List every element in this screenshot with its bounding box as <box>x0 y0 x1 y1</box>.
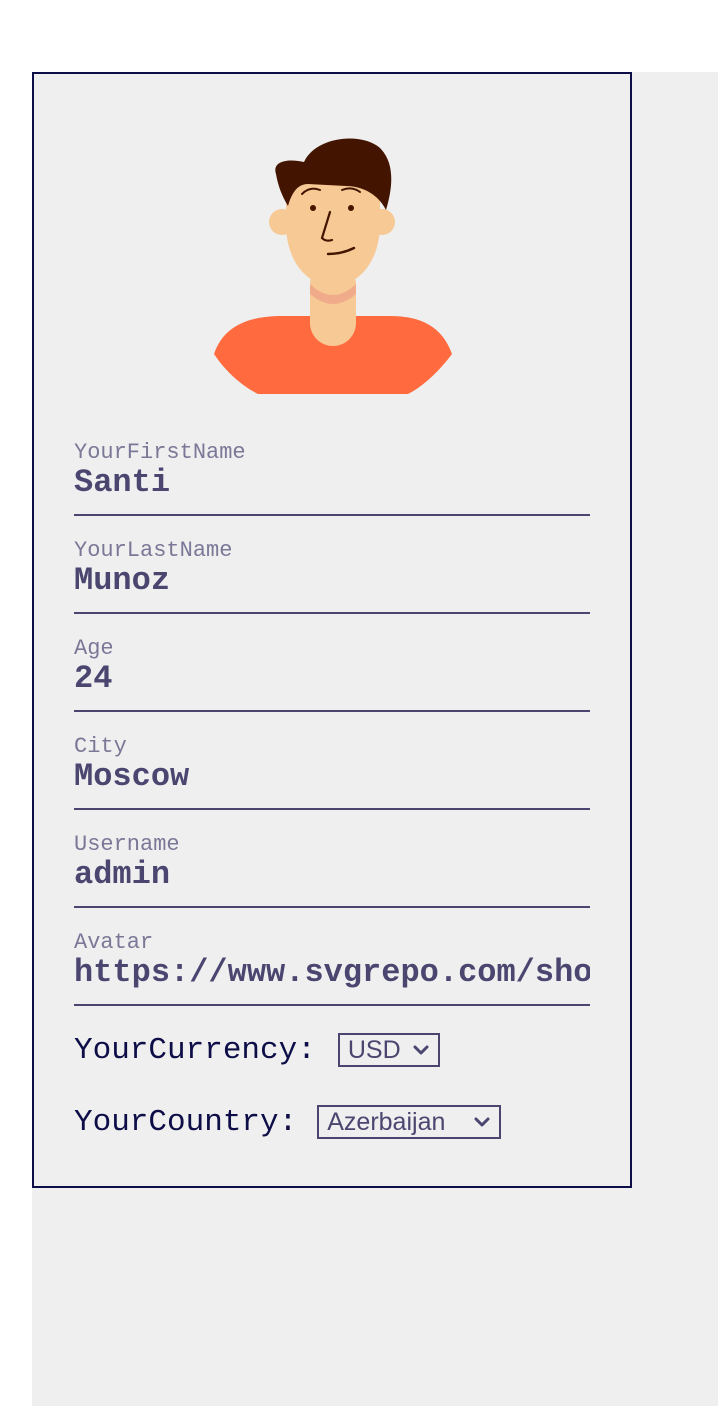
city-field: City Moscow <box>74 728 590 810</box>
country-select[interactable]: Azerbaijan <box>317 1105 502 1139</box>
last-name-input[interactable]: Munoz <box>74 562 590 602</box>
first-name-input[interactable]: Santi <box>74 464 590 504</box>
first-name-label: YourFirstName <box>74 440 246 465</box>
currency-label: YourCurrency: <box>74 1032 316 1068</box>
username-field: Username admin <box>74 826 590 908</box>
avatar-url-label: Avatar <box>74 930 154 955</box>
first-name-field: YourFirstName Santi <box>74 434 590 516</box>
currency-select[interactable]: USD <box>337 1033 440 1067</box>
age-input[interactable]: 24 <box>74 660 590 700</box>
city-label: City <box>74 734 127 759</box>
chevron-down-icon <box>413 1045 429 1055</box>
chevron-down-icon <box>474 1117 490 1127</box>
age-label: Age <box>74 636 114 661</box>
avatar-url-input[interactable]: https://www.svgrepo.com/sho <box>74 954 590 994</box>
last-name-label: YourLastName <box>74 538 233 563</box>
profile-card: YourFirstName Santi YourLastName Munoz A… <box>32 72 632 1188</box>
age-field: Age 24 <box>74 630 590 712</box>
male-avatar-icon <box>212 134 454 394</box>
currency-selected-value: USD <box>347 1035 401 1064</box>
country-label: YourCountry: <box>74 1104 298 1140</box>
avatar-url-field: Avatar https://www.svgrepo.com/sho <box>74 924 590 1006</box>
country-row: YourCountry: Azerbaijan <box>74 1102 502 1142</box>
currency-row: YourCurrency: USD <box>74 1030 440 1070</box>
city-input[interactable]: Moscow <box>74 758 590 798</box>
last-name-field: YourLastName Munoz <box>74 532 590 614</box>
username-input[interactable]: admin <box>74 856 590 896</box>
country-selected-value: Azerbaijan <box>327 1107 446 1136</box>
username-label: Username <box>74 832 180 857</box>
